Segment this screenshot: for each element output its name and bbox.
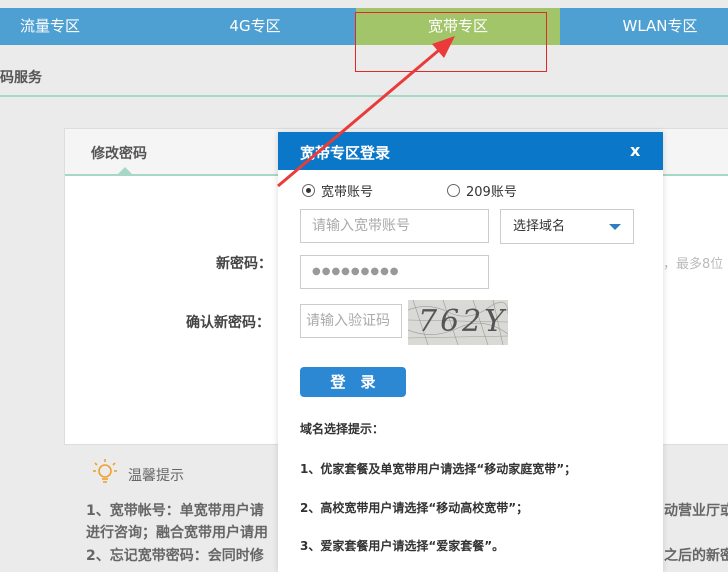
captcha-input[interactable]: 请输入验证码	[300, 304, 402, 338]
radio-209-account[interactable]: 209账号	[447, 181, 517, 200]
modal-header: 宽带专区登录 x	[278, 132, 663, 170]
captcha-text: 762Y	[418, 304, 508, 339]
login-button[interactable]: 登 录	[300, 367, 406, 397]
tips-line-2: 进行咨询；融合宽带用户请用	[86, 525, 268, 541]
radio-unchecked-icon[interactable]	[447, 184, 460, 197]
domain-hint-title: 域名选择提示：	[300, 422, 385, 436]
account-input[interactable]: 请输入宽带账号	[300, 209, 489, 243]
modal-title: 宽带专区登录	[300, 144, 391, 162]
domain-select-label: 选择域名	[513, 219, 566, 234]
domain-hint-3: 3、爱家套餐用户请选择“爱家套餐”。	[300, 539, 505, 553]
domain-select[interactable]: 选择域名	[500, 209, 634, 244]
tips-line-1: 1、宽带帐号：单宽带用户请	[86, 503, 264, 519]
nav-tab-4g[interactable]: 4G专区	[190, 8, 320, 45]
radio-checked-icon[interactable]	[302, 184, 315, 197]
password-input[interactable]: ●●●●●●●●●	[300, 255, 489, 289]
nav-tab-wlan[interactable]: WLAN专区	[600, 8, 720, 45]
captcha-image[interactable]: 762Y	[407, 299, 509, 346]
broadband-login-modal: 宽带专区登录 x 宽带账号 209账号 请输入宽带账号 选择域名 ●●●●●●●…	[278, 132, 663, 572]
tab-caret-icon	[117, 167, 133, 175]
close-icon[interactable]: x	[630, 141, 640, 160]
new-password-label: 新密码：	[216, 256, 272, 272]
domain-hint-1: 1、优家套餐及单宽带用户请选择“移动家庭宽带”；	[300, 462, 577, 476]
confirm-password-label: 确认新密码：	[186, 315, 270, 331]
tab-change-password[interactable]: 修改密码	[91, 143, 147, 163]
chevron-down-icon	[609, 224, 621, 230]
tips-line-1-right: 动营业厅或	[664, 503, 728, 519]
divider	[0, 95, 728, 97]
tips-title: 温馨提示	[128, 468, 184, 484]
lightbulb-icon	[93, 459, 117, 483]
tips-line-3-right: 之后的新密	[664, 548, 728, 564]
radio-broadband-label: 宽带账号	[321, 185, 374, 200]
radio-209-label: 209账号	[466, 185, 517, 200]
domain-hint-2: 2、高校宽带用户请选择“移动高校宽带”；	[300, 501, 529, 515]
radio-broadband-account[interactable]: 宽带账号	[302, 181, 373, 200]
breadcrumb: 码服务	[0, 70, 42, 86]
highlight-box	[355, 12, 547, 72]
nav-tab-traffic[interactable]: 流量专区	[0, 8, 100, 45]
tips-line-3: 2、忘记宽带密码：会同时修	[86, 548, 264, 564]
